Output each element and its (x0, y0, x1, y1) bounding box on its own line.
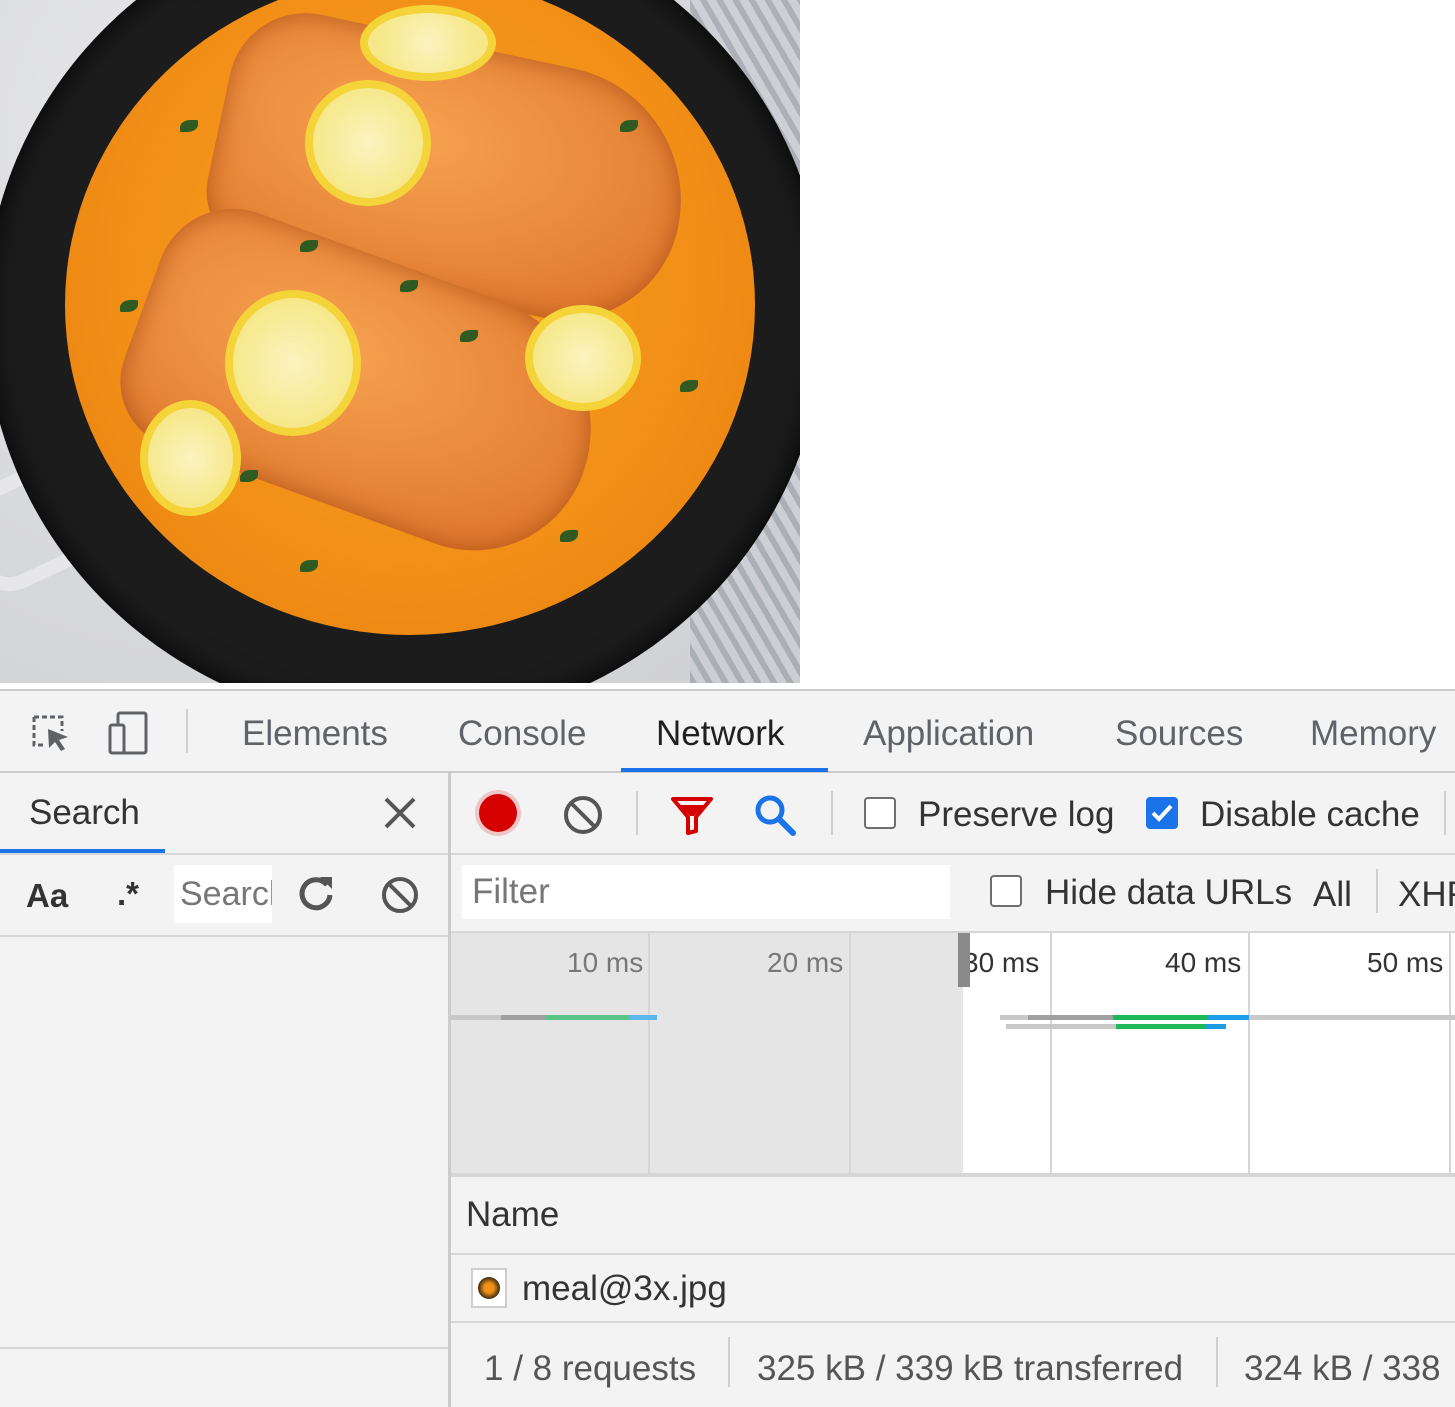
request-name: meal@3x.jpg (522, 1269, 727, 1308)
timing-bar-download (1208, 1015, 1249, 1020)
search-drawer-divider (0, 1347, 448, 1349)
tick-label-20ms: 20 ms (767, 947, 844, 978)
filter-divider (1376, 869, 1378, 913)
lemon-slice (525, 305, 641, 411)
filter-input[interactable] (462, 865, 950, 919)
grid-line (849, 933, 851, 1173)
clear-log-icon[interactable] (561, 793, 605, 837)
device-toolbar-icon[interactable] (106, 711, 150, 755)
type-filter-xhr[interactable]: XHR (1398, 875, 1455, 915)
checkmark-icon (1151, 804, 1173, 822)
resources-size: 324 kB / 338 (1244, 1349, 1441, 1388)
request-table-header: Name (451, 1177, 1455, 1255)
tab-elements[interactable]: Elements (242, 691, 388, 771)
timing-bar-waiting (546, 1015, 629, 1020)
network-toolbar: Preserve log Disable cache (451, 773, 1455, 855)
lemon-slice (360, 5, 496, 81)
disable-cache-checkbox[interactable] (1146, 797, 1178, 829)
tick-label-40ms: 40 ms (1165, 947, 1242, 978)
search-drawer: Search Aa .* (0, 773, 451, 1407)
name-column-header[interactable]: Name (466, 1195, 559, 1235)
tab-application[interactable]: Application (863, 691, 1034, 771)
meal-image (0, 0, 800, 683)
timing-bar-download (1206, 1024, 1226, 1029)
search-options-row: Aa .* (0, 855, 448, 937)
hide-data-urls-checkbox[interactable] (990, 875, 1022, 907)
timing-bar-download (629, 1015, 657, 1020)
request-count: 1 / 8 requests (484, 1349, 697, 1388)
lemon-slice (225, 290, 361, 436)
active-tab-indicator (621, 768, 828, 772)
timing-bar-queue (451, 1015, 501, 1020)
transferred-size: 325 kB / 339 kB transferred (757, 1349, 1184, 1388)
overview-window-handle[interactable] (958, 933, 970, 987)
timing-bar-queue (1000, 1015, 1028, 1020)
network-panel: Preserve log Disable cache Hide data URL… (451, 773, 1455, 1407)
devtools-panel: Elements Console Network Application Sou… (0, 689, 1455, 1407)
tab-memory[interactable]: Memory (1310, 691, 1436, 771)
toolbar-divider (186, 709, 188, 753)
tick-label-30ms: 30 ms (963, 947, 1040, 978)
close-icon[interactable] (380, 793, 420, 833)
hide-data-urls-label: Hide data URLs (1045, 873, 1293, 912)
timing-bar-waiting (1116, 1024, 1206, 1029)
tab-console[interactable]: Console (458, 691, 586, 771)
record-button[interactable] (479, 794, 517, 832)
regex-toggle[interactable]: .* (117, 875, 139, 913)
toolbar-divider (831, 791, 833, 835)
table-row[interactable]: meal@3x.jpg (451, 1255, 1455, 1323)
toolbar-divider (1444, 791, 1446, 835)
search-tab-title[interactable]: Search (29, 793, 140, 833)
toolbar-divider (636, 791, 638, 835)
match-case-toggle[interactable]: Aa (26, 877, 68, 915)
preserve-log-label: Preserve log (918, 795, 1115, 834)
tab-sources[interactable]: Sources (1115, 691, 1243, 771)
clear-icon[interactable] (380, 875, 420, 915)
search-header: Search (0, 773, 448, 855)
tick-label-50ms: 50 ms (1367, 947, 1444, 978)
filter-icon[interactable] (670, 793, 714, 837)
lemon-slice (140, 400, 241, 516)
search-icon[interactable] (753, 793, 797, 837)
network-status-bar: 1 / 8 requests 325 kB / 339 kB transferr… (451, 1323, 1455, 1407)
grid-line (1449, 933, 1451, 1173)
timing-bar-queue (1249, 1015, 1455, 1020)
search-tab-indicator (0, 849, 165, 853)
preserve-log-checkbox[interactable] (864, 797, 896, 829)
timing-bar-queue (1006, 1024, 1116, 1029)
grid-line (1050, 933, 1052, 1173)
status-divider (728, 1337, 730, 1387)
search-input[interactable] (174, 865, 272, 923)
disable-cache-label: Disable cache (1200, 795, 1420, 834)
timing-bar-waiting (1113, 1015, 1208, 1020)
grid-line (648, 933, 650, 1173)
timing-bar-stalled (1028, 1015, 1113, 1020)
filter-row: Hide data URLs All XHR (451, 855, 1455, 933)
timing-bar-stalled (501, 1015, 546, 1020)
network-overview-timeline[interactable]: 10 ms 20 ms 30 ms 40 ms 50 ms (451, 933, 1455, 1177)
lemon-slice (305, 80, 431, 206)
status-divider (1216, 1337, 1218, 1387)
inspect-element-icon[interactable] (28, 711, 72, 755)
devtools-main-toolbar: Elements Console Network Application Sou… (0, 691, 1455, 773)
image-file-icon (471, 1268, 507, 1308)
grid-line (1248, 933, 1250, 1173)
type-filter-all[interactable]: All (1313, 875, 1352, 915)
tab-network[interactable]: Network (656, 691, 784, 771)
tick-label-10ms: 10 ms (567, 947, 644, 978)
overview-unselected-region (451, 933, 963, 1173)
refresh-icon[interactable] (296, 873, 336, 913)
